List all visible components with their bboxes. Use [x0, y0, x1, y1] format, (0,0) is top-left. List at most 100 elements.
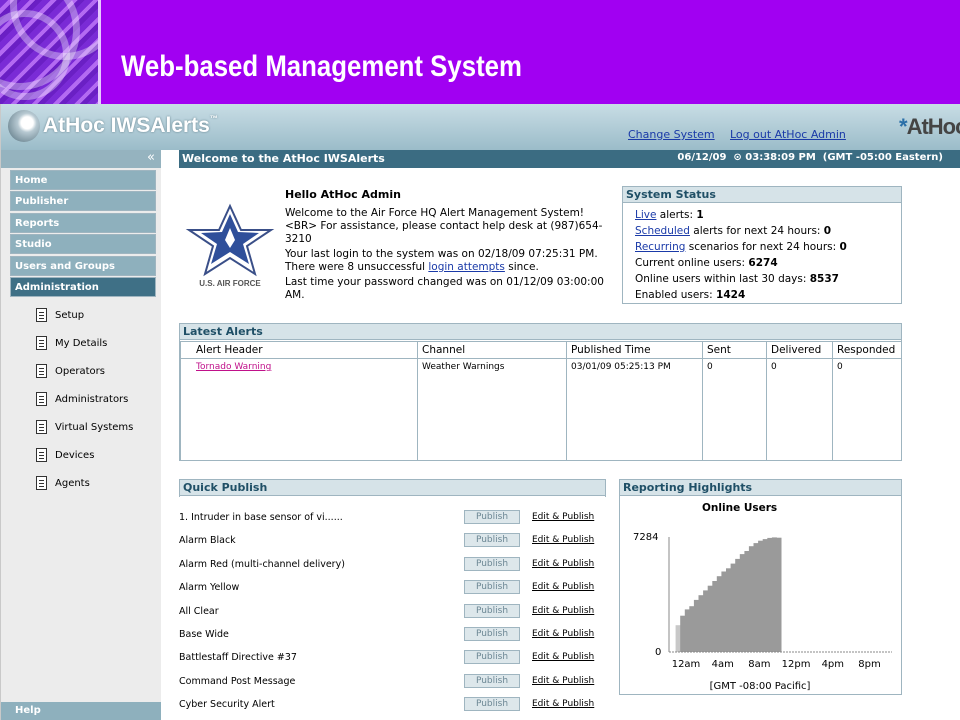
- list-item: Base Wide Publish Edit & Publish: [179, 627, 609, 643]
- nav-item-studio[interactable]: Studio: [10, 234, 156, 254]
- publish-button[interactable]: Publish: [464, 627, 520, 641]
- sub-item-setup[interactable]: Setup: [36, 306, 84, 324]
- document-icon: [36, 308, 47, 322]
- nav-item-home[interactable]: Home: [10, 170, 156, 190]
- quick-publish-item-label: Alarm Red (multi-channel delivery): [179, 558, 345, 570]
- y-tick-zero: 0: [655, 647, 661, 658]
- sub-item-operators[interactable]: Operators: [36, 362, 105, 380]
- document-icon: [36, 392, 47, 406]
- chart-bar: [689, 606, 695, 652]
- latest-alerts-table: Alert Header Channel Published Time Sent…: [180, 341, 902, 460]
- edit-and-publish-link[interactable]: Edit & Publish: [532, 535, 594, 545]
- column-delivered: Delivered: [766, 341, 833, 359]
- document-icon: [36, 448, 47, 462]
- quick-publish-title: Quick Publish: [180, 480, 605, 496]
- edit-and-publish-link[interactable]: Edit & Publish: [532, 699, 594, 709]
- reporting-highlights-title: Reporting Highlights: [620, 480, 901, 496]
- logout-link[interactable]: Log out AtHoc Admin: [730, 128, 846, 141]
- sub-item-my-details[interactable]: My Details: [36, 334, 107, 352]
- chart-bar: [753, 543, 759, 652]
- change-system-link[interactable]: Change System: [628, 128, 715, 141]
- greeting: Hello AtHoc Admin: [285, 188, 401, 201]
- list-item: All Clear Publish Edit & Publish: [179, 603, 609, 620]
- chart-bar: [721, 571, 727, 652]
- publish-button[interactable]: Publish: [464, 510, 520, 524]
- document-icon: [36, 420, 47, 434]
- quick-publish-item-label: Alarm Yellow: [179, 582, 240, 594]
- chart-bar: [703, 590, 709, 652]
- athoc-swirl-logo-icon: [8, 110, 40, 142]
- quick-publish-item-label: Cyber Security Alert: [179, 699, 275, 711]
- column-published-time: Published Time: [566, 341, 703, 359]
- cell-responded: 0: [832, 358, 902, 460]
- scheduled-alerts-link[interactable]: Scheduled: [635, 225, 690, 237]
- sub-item-virtual-systems[interactable]: Virtual Systems: [36, 418, 133, 436]
- edit-and-publish-link[interactable]: Edit & Publish: [532, 606, 594, 616]
- password-changed-message: Last time your password changed was on 0…: [285, 276, 604, 301]
- quick-publish-item-label: All Clear: [179, 605, 219, 617]
- collapse-nav-icon[interactable]: «: [147, 150, 155, 165]
- publish-button[interactable]: Publish: [464, 650, 520, 665]
- x-tick-label: 8pm: [858, 659, 880, 670]
- quick-publish-item-label: Command Post Message: [179, 675, 296, 687]
- x-tick-label: 12am: [672, 659, 701, 670]
- edit-and-publish-link[interactable]: Edit & Publish: [532, 559, 594, 569]
- quick-publish-panel: Quick Publish: [179, 479, 606, 497]
- nav-item-users-and-groups[interactable]: Users and Groups: [10, 256, 156, 276]
- decorative-pattern: [0, 0, 100, 104]
- nav-item-help[interactable]: Help: [1, 702, 161, 720]
- app-screenshot: AtHoc IWSAlerts™ Change System Log out A…: [0, 104, 960, 720]
- publish-button[interactable]: Publish: [464, 697, 520, 712]
- recurring-scenarios-status: Recurring scenarios for next 24 hours: 0: [635, 241, 847, 253]
- live-alerts-status: Live alerts: 1: [635, 209, 704, 221]
- publish-button[interactable]: Publish: [464, 556, 520, 571]
- chart-bar: [748, 546, 754, 652]
- nav-item-reports[interactable]: Reports: [10, 213, 156, 233]
- document-icon: [36, 336, 47, 350]
- document-icon: [36, 364, 47, 378]
- x-tick-label: 4pm: [822, 659, 844, 670]
- sub-item-administrators[interactable]: Administrators: [36, 390, 128, 408]
- quick-publish-item-label: Battlestaff Directive #37: [179, 652, 297, 664]
- chart-bar: [707, 585, 713, 652]
- welcome-title: Welcome to the AtHoc IWSAlerts: [182, 152, 385, 165]
- edit-and-publish-link[interactable]: Edit & Publish: [532, 629, 594, 639]
- latest-alerts-title: Latest Alerts: [180, 324, 901, 340]
- list-item: Battlestaff Directive #37 Publish Edit & P…: [179, 650, 609, 666]
- scheduled-alerts-status: Scheduled alerts for next 24 hours: 0: [635, 225, 832, 237]
- enabled-users: Enabled users: 1424: [635, 289, 746, 301]
- cell-delivered: 0: [766, 358, 833, 460]
- chart-bar: [716, 576, 722, 652]
- nav-item-publisher[interactable]: Publisher: [10, 191, 156, 211]
- publish-button[interactable]: Publish: [464, 533, 520, 548]
- document-icon: [36, 476, 47, 490]
- publish-button[interactable]: Publish: [464, 603, 520, 618]
- x-tick-label: 4am: [712, 659, 734, 670]
- edit-and-publish-link[interactable]: Edit & Publish: [532, 676, 594, 686]
- table-header-row: Alert Header Channel Published Time Sent…: [180, 341, 902, 359]
- login-attempts-link[interactable]: login attempts: [428, 261, 505, 273]
- list-item: 1. Intruder in base sensor of vi...... Pu…: [179, 510, 609, 526]
- chart-bar: [762, 539, 768, 652]
- publish-button[interactable]: Publish: [464, 673, 520, 688]
- sub-item-agents[interactable]: Agents: [36, 474, 90, 492]
- edit-and-publish-link[interactable]: Edit & Publish: [532, 582, 594, 592]
- live-alerts-link[interactable]: Live: [635, 209, 656, 221]
- nav-header: «: [1, 150, 161, 168]
- nav-item-administration[interactable]: Administration: [10, 277, 156, 297]
- alert-link-tornado-warning[interactable]: Tornado Warning: [196, 362, 271, 372]
- system-status-title: System Status: [623, 187, 901, 203]
- slide-header: Web-based Management System: [0, 0, 960, 104]
- cell-sent: 0: [702, 358, 767, 460]
- list-item: Alarm Red (multi-channel delivery) Publis…: [179, 556, 609, 573]
- date-time: 06/12/09 ⊙ 03:38:09 PM (GMT -05:00 Easte…: [677, 152, 943, 163]
- chart-bar: [698, 595, 704, 652]
- edit-and-publish-link[interactable]: Edit & Publish: [532, 652, 594, 662]
- recurring-scenarios-link[interactable]: Recurring: [635, 241, 685, 253]
- edit-and-publish-link[interactable]: Edit & Publish: [532, 512, 594, 522]
- list-item: Alarm Yellow Publish Edit & Publish: [179, 580, 609, 596]
- publish-button[interactable]: Publish: [464, 580, 520, 595]
- left-navigation: « Home Publisher Reports Studio Users an…: [1, 150, 161, 720]
- chart-bar: [767, 537, 773, 652]
- sub-item-devices[interactable]: Devices: [36, 446, 94, 464]
